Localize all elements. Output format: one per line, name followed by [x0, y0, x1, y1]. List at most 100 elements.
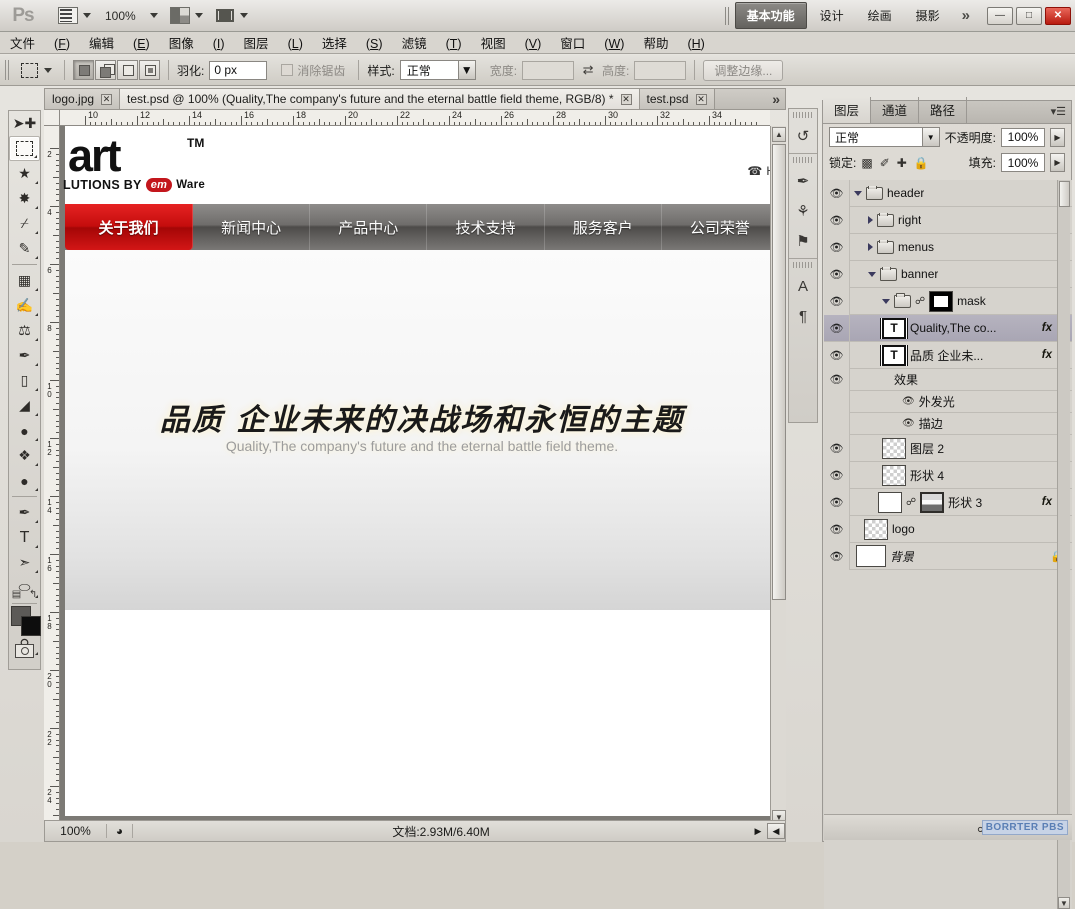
layer-row-shape3[interactable]: 👁 ☍ 形状 3 fx [824, 488, 1072, 516]
quick-mask-toggle[interactable] [8, 640, 41, 662]
text-layer-thumbnail[interactable]: T [882, 344, 906, 366]
menu-image[interactable]: 图像 (I) [169, 33, 225, 52]
appbar-zoom-value[interactable]: 100% [105, 9, 136, 23]
subtract-from-selection-button[interactable] [117, 60, 138, 80]
refine-edge-button[interactable]: 调整边缘... [703, 59, 784, 81]
layer-row-header[interactable]: 👁 header [824, 180, 1072, 207]
scroll-up-icon[interactable]: ▲ [772, 127, 786, 142]
layer-row-shape4[interactable]: 👁 形状 4 [824, 461, 1072, 489]
add-to-selection-button[interactable] [95, 60, 116, 80]
layer-thumbnail[interactable] [864, 518, 888, 540]
visibility-toggle-icon[interactable]: 👁 [824, 287, 850, 315]
layer-thumbnail[interactable] [878, 491, 902, 513]
swap-dimensions-icon[interactable]: ⇄ [580, 62, 596, 78]
canvas-vertical-scrollbar[interactable]: ▲ ▼ [770, 126, 786, 826]
document-tab-logo[interactable]: logo.jpg ✕ [45, 89, 121, 109]
layer-row-background[interactable]: 👁 背景 🔒 [824, 542, 1072, 570]
visibility-toggle-icon[interactable]: 👁 [824, 341, 850, 369]
visibility-toggle-icon[interactable]: 👁 [824, 233, 850, 261]
lock-position-icon[interactable]: ✚ [897, 156, 907, 170]
opacity-input[interactable]: 100% [1001, 127, 1045, 147]
layer-mask-thumbnail[interactable] [929, 290, 954, 312]
visibility-toggle-icon[interactable]: 👁 [824, 180, 850, 207]
visibility-toggle-icon[interactable]: 👁 [824, 488, 850, 516]
new-selection-button[interactable] [73, 60, 94, 80]
layer-effects-indicator[interactable]: fx [1042, 322, 1055, 334]
menu-filter[interactable]: 滤镜 (T) [402, 33, 462, 52]
tool-blur[interactable]: ❖ [9, 443, 40, 468]
panel-menu-button[interactable]: ▾☰ [1051, 105, 1066, 118]
tool-history-brush[interactable]: ✒ [9, 343, 40, 368]
maximize-button[interactable]: □ [1016, 6, 1042, 25]
workspace-preset-design[interactable]: 设计 [809, 3, 855, 28]
width-input[interactable] [522, 60, 575, 80]
blend-mode-select[interactable]: 正常 ▼ [829, 127, 940, 147]
visibility-toggle-icon[interactable]: 👁 [824, 260, 850, 288]
vector-mask-thumbnail[interactable] [920, 491, 945, 513]
close-icon[interactable]: ✕ [695, 93, 707, 105]
screen-mode-control[interactable] [215, 0, 248, 32]
workspace-more-button[interactable]: » [953, 7, 979, 24]
visibility-toggle-icon[interactable]: 👁 [824, 434, 850, 462]
visibility-toggle-icon[interactable]: 👁 [824, 206, 850, 234]
link-icon[interactable]: ☍ [906, 497, 916, 508]
menu-window[interactable]: 窗口 (W) [560, 33, 624, 52]
expand-collapse-icon[interactable] [868, 271, 876, 277]
menu-select[interactable]: 选择 (S) [322, 33, 383, 52]
brush-preset-panel-icon[interactable]: ⚘ [789, 196, 817, 226]
text-layer-thumbnail[interactable]: T [882, 317, 906, 339]
layers-panel-scrollbar[interactable]: ▼ [1057, 180, 1070, 909]
active-tool-preset[interactable] [17, 61, 56, 80]
layer-row-menus[interactable]: 👁 menus [824, 233, 1072, 261]
workspace-preset-essentials[interactable]: 基本功能 [734, 2, 807, 29]
layer-row-layer2[interactable]: 👁 图层 2 [824, 434, 1072, 462]
tab-overflow-button[interactable]: » [767, 89, 785, 109]
document-canvas[interactable]: art TM LUTIONS BY em Ware ☎ H 关于我们 新闻中心 … [63, 126, 770, 816]
minimize-button[interactable]: — [987, 6, 1013, 25]
document-tab-test2[interactable]: test.psd ✕ [639, 89, 715, 109]
layer-list[interactable]: 👁 header 👁 right 👁 menus 👁 banner 👁 ☍ ma… [824, 180, 1072, 909]
tool-crop[interactable]: ⌿ [9, 211, 40, 236]
history-panel-icon[interactable]: ↺ [789, 121, 817, 151]
canvas-area[interactable]: art TM LUTIONS BY em Ware ☎ H 关于我们 新闻中心 … [60, 126, 770, 826]
layer-effects-indicator[interactable]: fx [1042, 496, 1055, 508]
layer-row-mask[interactable]: 👁 ☍ mask [824, 287, 1072, 315]
dock-grip[interactable] [793, 157, 813, 163]
swap-colors-icon[interactable]: ↰ [29, 589, 37, 600]
dock-grip[interactable] [793, 112, 813, 118]
fill-stepper[interactable]: ▶ [1050, 153, 1065, 172]
lock-transparent-pixels-icon[interactable]: ▩ [861, 156, 872, 170]
character-panel-icon[interactable]: A [789, 271, 817, 301]
background-color-swatch[interactable] [21, 616, 41, 636]
vertical-scroll-thumb[interactable] [772, 144, 786, 600]
antialias-checkbox[interactable] [281, 64, 294, 76]
visibility-toggle-icon[interactable]: 👁 [824, 515, 850, 543]
status-scroll-left-icon[interactable]: ◀ [767, 823, 785, 839]
horizontal-ruler[interactable]: 10 12 14 16 18 20 22 24 26 28 30 32 34 [60, 110, 770, 126]
link-icon[interactable]: ☍ [915, 296, 925, 307]
feather-input[interactable]: 0 px [209, 60, 268, 80]
view-extras-control[interactable] [58, 0, 91, 32]
tool-eraser[interactable]: ▯ [9, 368, 40, 393]
options-bar-grip[interactable] [5, 60, 10, 80]
menu-edit[interactable]: 编辑 (E) [89, 33, 150, 52]
menu-file[interactable]: 文件 (F) [10, 33, 70, 52]
layer-thumbnail[interactable] [882, 437, 906, 459]
expand-collapse-icon[interactable] [868, 243, 873, 251]
visibility-toggle-icon[interactable]: 👁 [824, 314, 850, 342]
layers-scroll-thumb[interactable] [1059, 181, 1070, 207]
antialias-control[interactable]: 消除锯齿 [281, 62, 350, 79]
tool-pen[interactable]: ✒ [9, 500, 40, 525]
lock-all-icon[interactable]: 🔒 [914, 156, 929, 170]
menu-layer[interactable]: 图层 (L) [244, 33, 303, 52]
tab-channels[interactable]: 通道 [871, 97, 920, 123]
layer-thumbnail[interactable] [882, 464, 906, 486]
menu-view[interactable]: 视图 (V) [481, 33, 542, 52]
layer-effects-indicator[interactable]: fx [1042, 349, 1055, 361]
tool-gradient[interactable]: ● [9, 418, 40, 443]
close-icon[interactable]: ✕ [620, 93, 632, 105]
dock-grip[interactable] [793, 262, 813, 268]
visibility-toggle-icon[interactable]: 👁 [824, 542, 850, 570]
fill-input[interactable]: 100% [1001, 153, 1045, 172]
tab-paths[interactable]: 路径 [919, 97, 968, 123]
